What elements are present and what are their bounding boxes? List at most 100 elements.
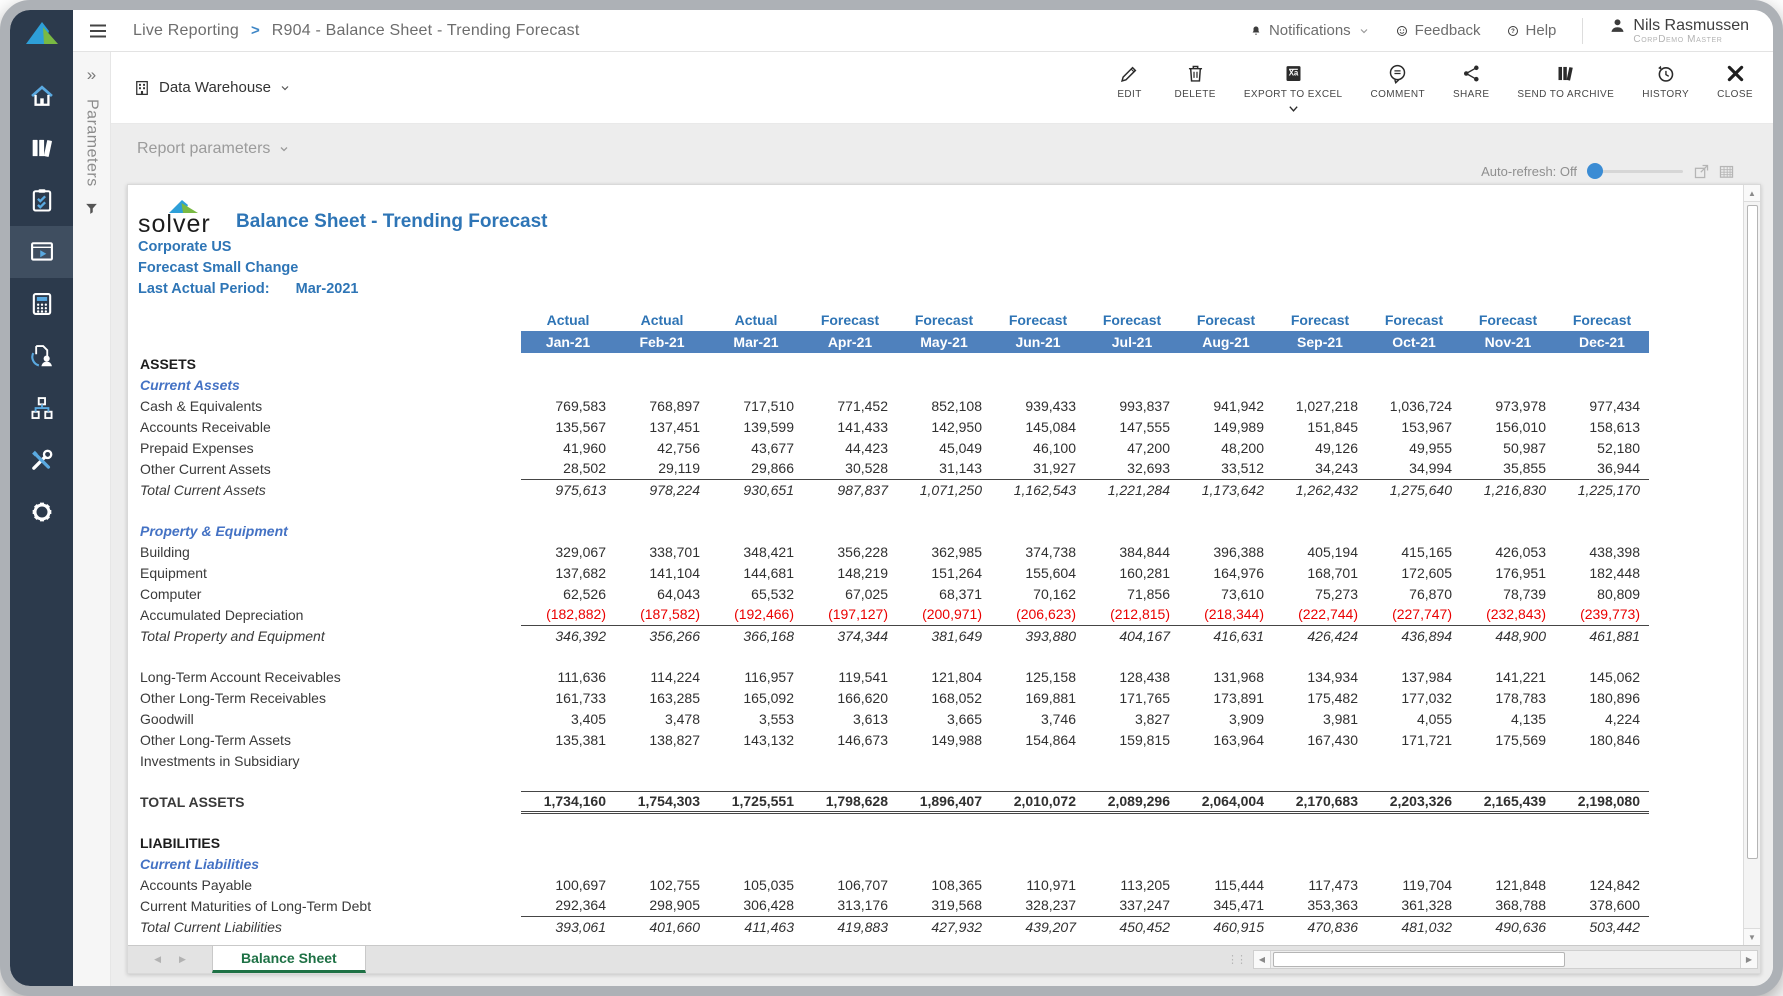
cell-value: 146,673 (803, 729, 897, 750)
cell-value: 108,365 (897, 874, 991, 895)
report-parameters-toggle[interactable]: Report parameters (127, 124, 1761, 158)
share-button[interactable]: SHARE (1453, 63, 1489, 100)
column-month-header: Oct-21 (1367, 331, 1461, 353)
cell-value: 930,651 (709, 479, 803, 500)
breadcrumb-section[interactable]: Live Reporting (133, 22, 239, 40)
expand-parameters-button[interactable]: » (87, 66, 96, 83)
column-type-header: Forecast (1085, 309, 1179, 331)
cell-value: (192,466) (709, 604, 803, 625)
horizontal-scroll-thumb[interactable] (1273, 952, 1565, 967)
slider-knob[interactable] (1587, 163, 1603, 179)
cell-value: 1,275,640 (1367, 479, 1461, 500)
delete-button[interactable]: EXPORT TO EXCEL DELETE (1175, 63, 1216, 100)
user-menu[interactable]: Nils Rasmussen CorpDemo Master (1609, 17, 1749, 45)
feedback-button[interactable]: Feedback (1396, 22, 1481, 39)
cell-value: 2,203,326 (1367, 791, 1461, 812)
scrollbar-resize-handle[interactable]: ⋮⋮ (1227, 946, 1253, 973)
tools-icon (28, 446, 56, 474)
cell-value (615, 853, 709, 874)
row-label: Goodwill (138, 708, 521, 729)
cell-value (1273, 750, 1367, 771)
cell-value: 102,755 (615, 874, 709, 895)
help-button[interactable]: ? Help (1507, 22, 1557, 39)
column-type-header: Forecast (897, 309, 991, 331)
cell-value: 1,036,724 (1367, 395, 1461, 416)
cell-value: 4,135 (1461, 708, 1555, 729)
cell-value: 169,881 (991, 687, 1085, 708)
cell-value (521, 374, 615, 395)
cell-value: 153,967 (1367, 416, 1461, 437)
scroll-up-arrow[interactable]: ▲ (1744, 185, 1760, 202)
cell-value: 470,836 (1273, 916, 1367, 937)
cell-value: 177,032 (1367, 687, 1461, 708)
cell-value (615, 520, 709, 541)
history-button[interactable]: HISTORY (1642, 63, 1689, 100)
cell-value: 154,864 (991, 729, 1085, 750)
cell-value: 426,053 (1461, 541, 1555, 562)
open-external-icon[interactable] (1693, 163, 1710, 180)
table-row: Total Property and Equipment346,392356,2… (138, 625, 1649, 646)
send-to-archive-button[interactable]: SEND TO ARCHIVE (1517, 63, 1614, 100)
notifications-button[interactable]: Notifications (1250, 22, 1370, 39)
cell-value (1179, 520, 1273, 541)
cell-value: 306,428 (709, 895, 803, 916)
cell-value: 134,934 (1273, 666, 1367, 687)
cell-value: 44,423 (803, 437, 897, 458)
cell-value (803, 750, 897, 771)
cell-value (1555, 520, 1649, 541)
sidebar-item-home[interactable] (10, 70, 73, 122)
previous-sheet-arrow[interactable]: ◀ (154, 954, 161, 965)
data-source-selector[interactable]: Data Warehouse (133, 79, 291, 97)
column-month-header: Dec-21 (1555, 331, 1649, 353)
sidebar-item-report-archive[interactable] (10, 122, 73, 174)
table-row: Computer62,52664,04365,53267,02568,37170… (138, 583, 1649, 604)
scroll-right-arrow[interactable]: ▶ (1740, 951, 1757, 968)
cell-value: 3,909 (1179, 708, 1273, 729)
user-name: Nils Rasmussen (1633, 17, 1749, 34)
sidebar-item-administration[interactable] (10, 434, 73, 486)
vertical-scrollbar[interactable]: ▲ ▼ (1743, 185, 1760, 945)
cell-value: 2,165,439 (1461, 791, 1555, 812)
cell-value: 490,636 (1461, 916, 1555, 937)
tab-balance-sheet[interactable]: Balance Sheet (212, 946, 366, 973)
hamburger-menu-button[interactable] (85, 18, 111, 44)
table-row: Current Assets (138, 374, 1649, 395)
cell-value: (227,747) (1367, 604, 1461, 625)
sidebar-item-budgeting[interactable] (10, 278, 73, 330)
horizontal-scrollbar[interactable]: ◀ ▶ (1253, 950, 1758, 969)
scroll-left-arrow[interactable]: ◀ (1254, 951, 1271, 968)
sidebar-item-assignments[interactable] (10, 174, 73, 226)
row-label: Total Current Liabilities (138, 916, 521, 937)
report-page: Data Warehouse EDIT EXPORT TO EXCEL DELE… (111, 52, 1773, 986)
cell-value: 100,697 (521, 874, 615, 895)
cell-value: 155,604 (991, 562, 1085, 583)
comment-button[interactable]: COMMENT (1371, 63, 1425, 100)
sidebar-item-data-entry[interactable] (10, 330, 73, 382)
cell-value: 111,636 (521, 666, 615, 687)
scroll-down-arrow[interactable]: ▼ (1744, 928, 1760, 945)
close-button[interactable]: CLOSE (1717, 63, 1753, 100)
column-month-header: Sep-21 (1273, 331, 1367, 353)
column-month-header: Jan-21 (521, 331, 615, 353)
cell-value: 32,693 (1085, 458, 1179, 479)
auto-refresh-slider[interactable] (1587, 163, 1683, 179)
cell-value: 106,707 (803, 874, 897, 895)
export-to-excel-button[interactable]: Xa EXPORT TO EXCEL (1244, 63, 1343, 113)
vertical-scroll-thumb[interactable] (1747, 205, 1758, 859)
sidebar-item-settings[interactable] (10, 486, 73, 538)
cell-value: 328,237 (991, 895, 1085, 916)
cell-value: 298,905 (615, 895, 709, 916)
cell-value: 319,568 (897, 895, 991, 916)
cell-value (991, 520, 1085, 541)
sidebar-item-workflows[interactable] (10, 382, 73, 434)
pencil-icon (1119, 63, 1140, 84)
sidebar-item-live-reporting[interactable] (10, 226, 73, 278)
row-label: Accounts Receivable (138, 416, 521, 437)
row-label: Equipment (138, 562, 521, 583)
cell-value: 113,205 (1085, 874, 1179, 895)
filter-funnel-icon[interactable] (84, 201, 99, 216)
app-sidebar (10, 10, 73, 986)
next-sheet-arrow[interactable]: ▶ (179, 954, 186, 965)
grid-view-icon[interactable] (1718, 163, 1735, 180)
edit-button[interactable]: EDIT (1113, 63, 1147, 100)
